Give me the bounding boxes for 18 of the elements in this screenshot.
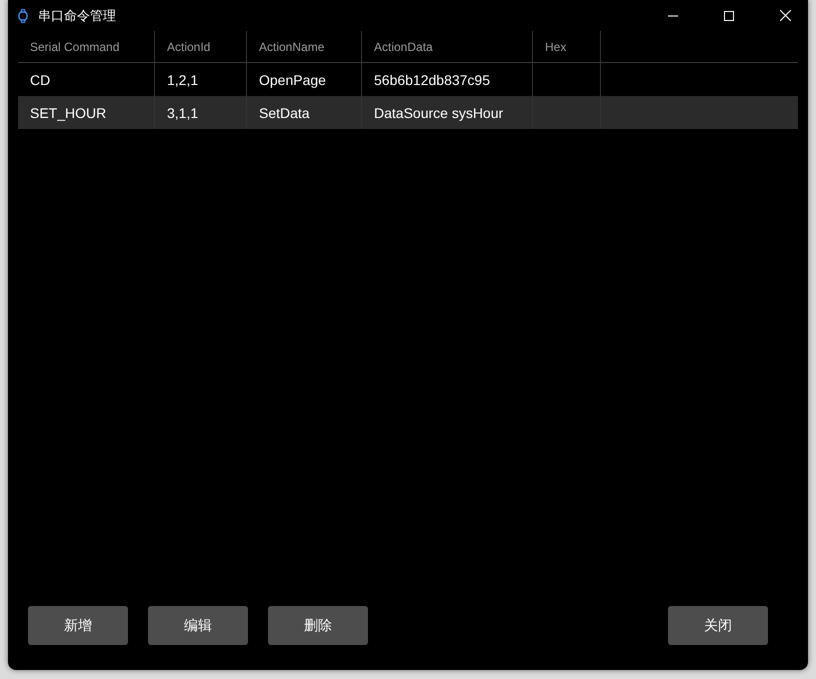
action-button[interactable]: 新增 [28,606,128,645]
window-title: 串口命令管理 [38,6,117,24]
action-button[interactable]: 删除 [268,606,368,645]
table-cell: DataSource sysHour [362,96,533,129]
close-button[interactable]: 关闭 [668,606,768,645]
watch-icon [18,8,28,22]
table-cell: 3,1,1 [155,96,247,129]
column-header[interactable]: Serial Command [18,31,155,62]
column-header[interactable]: Hex [533,31,601,62]
close-icon [780,10,790,21]
table-row[interactable]: SET_HOUR 3,1,1 SetData DataSource sysHour [18,96,798,129]
column-header[interactable]: ActionId [155,31,247,62]
column-header[interactable]: ActionData [362,31,533,62]
table-cell: SetData [247,96,362,129]
action-button[interactable]: 编辑 [148,606,248,645]
maximize-icon [724,10,734,20]
table-cell: SET_HOUR [18,96,155,129]
column-header[interactable]: ActionName [247,31,362,62]
